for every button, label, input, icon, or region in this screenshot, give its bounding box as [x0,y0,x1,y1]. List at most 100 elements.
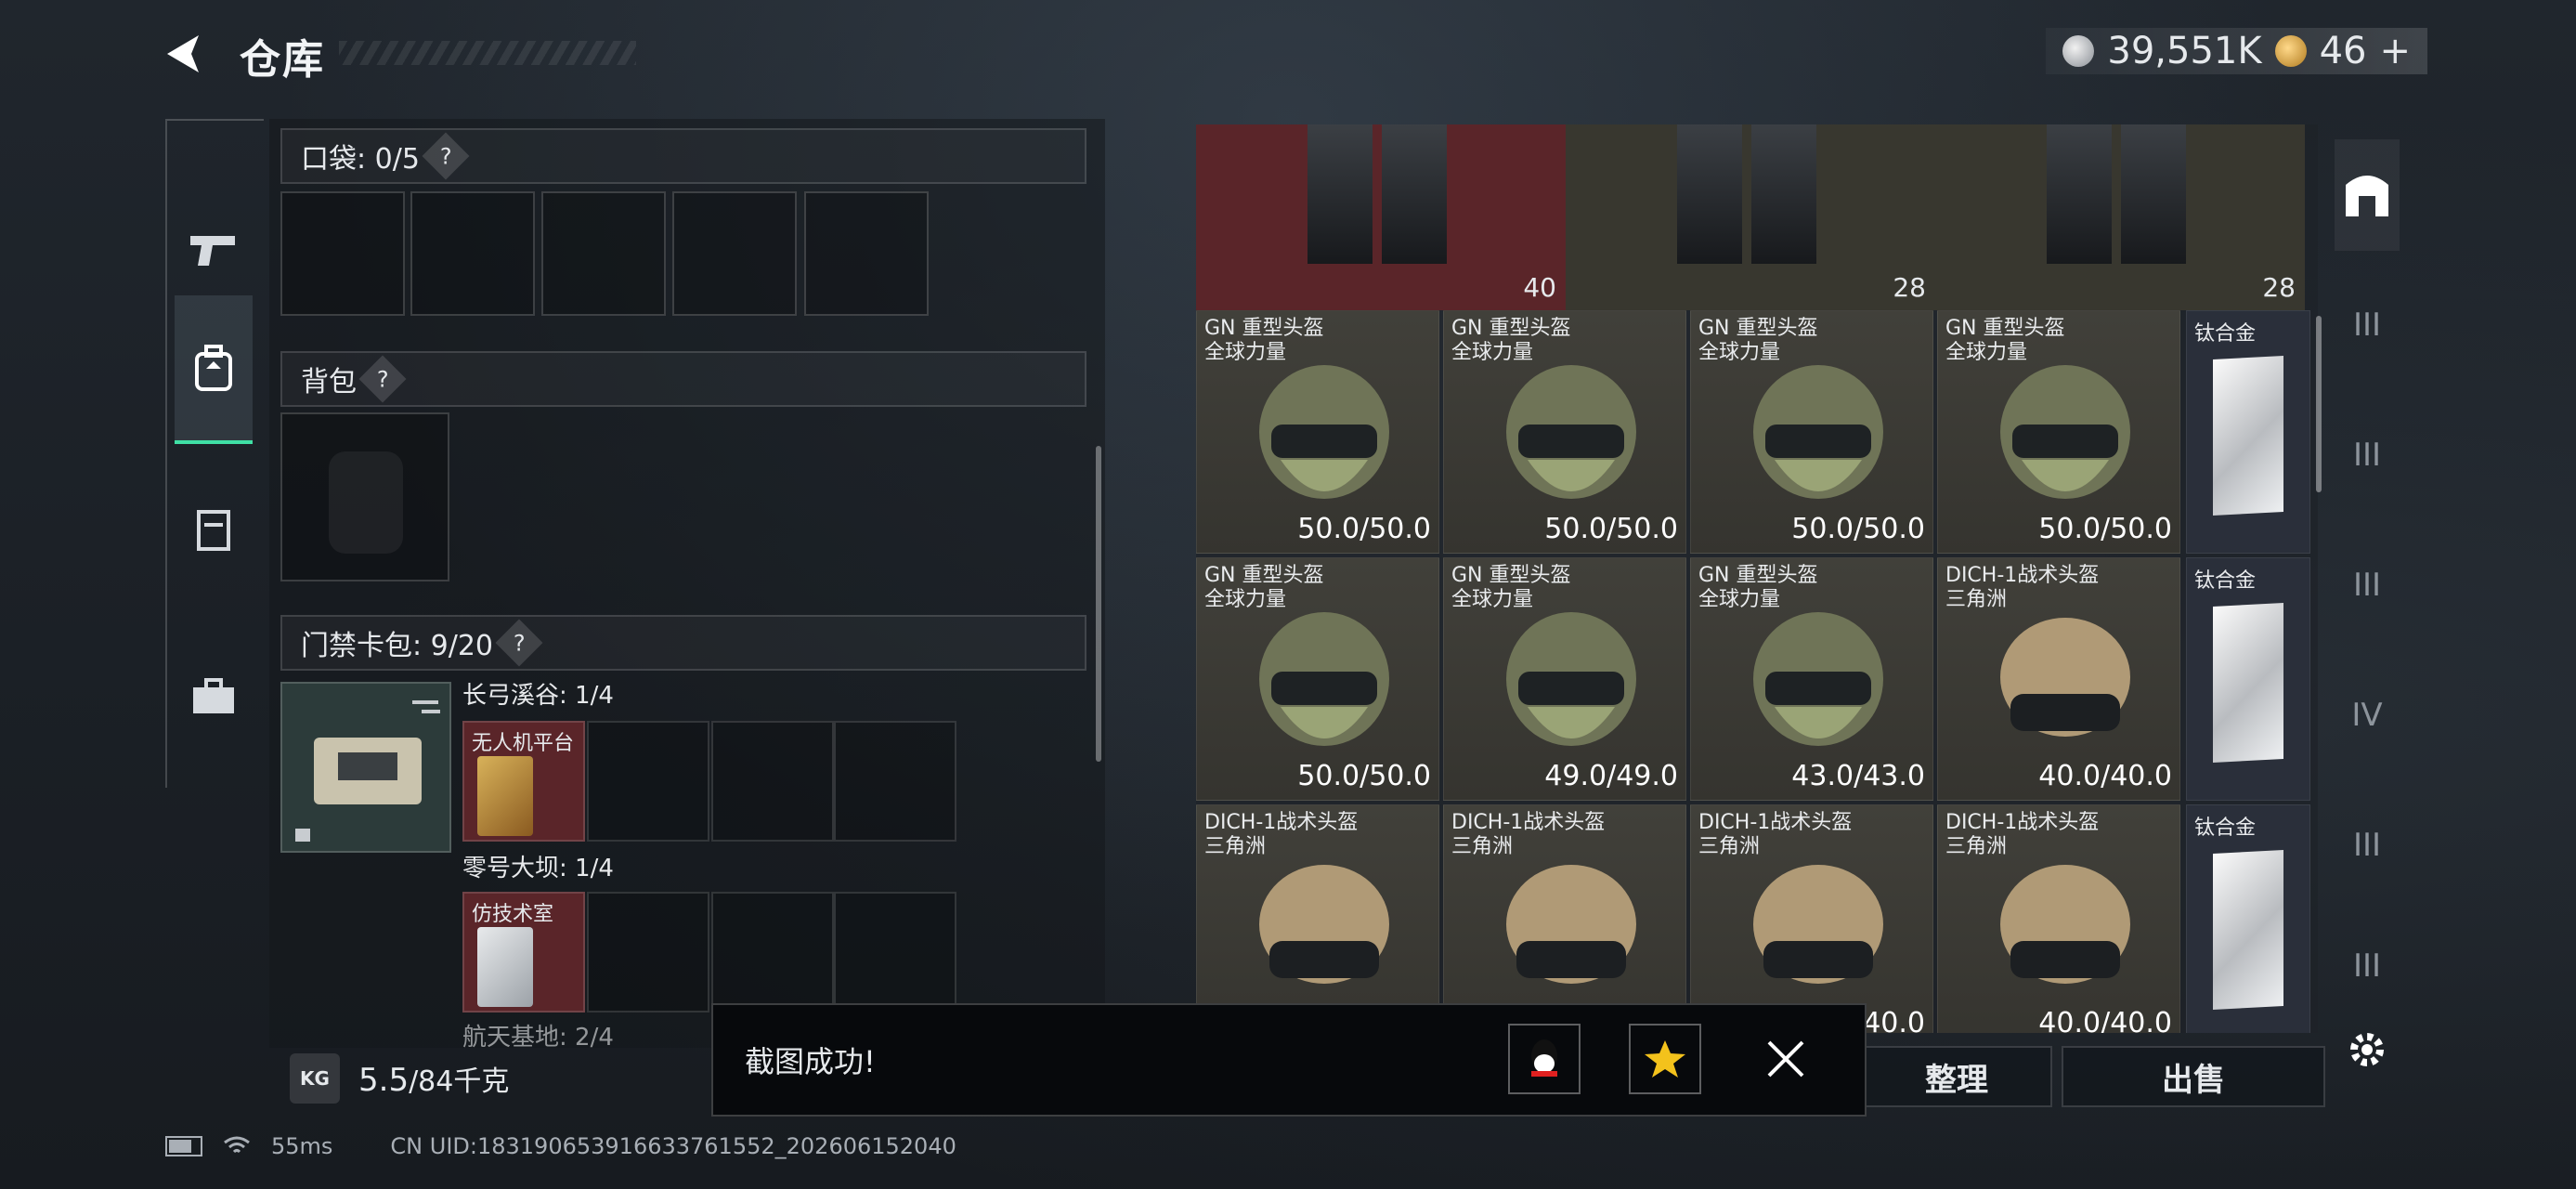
gn-helmet-image [1753,365,1883,499]
qzone-share-button[interactable] [1629,1024,1701,1094]
title-decoration [339,41,636,65]
sell-button[interactable]: 出售 [2062,1046,2325,1107]
gn-helmet-image [1259,365,1389,499]
pocket-label: 口袋: 0/5 [301,143,420,176]
keycard-header: 门禁卡包: 9/20 ? [280,615,1086,671]
keycard-slot[interactable] [587,721,709,842]
keycard-slot[interactable] [834,892,956,1013]
pocket-slot[interactable] [541,191,666,316]
titanium-cell[interactable]: 钛合金 [2186,310,2310,554]
toolbox-icon [193,678,234,713]
help-icon[interactable]: ? [422,132,470,180]
keycard-group-label: 长弓溪谷: 1/4 [462,682,614,710]
helmet-cell[interactable]: GN 重型头盔 全球力量 50.0/50.0 [1196,557,1439,801]
helmet-cell[interactable]: DICH-1战术头盔 三角洲 [1196,804,1439,1033]
helmet-cell[interactable]: DICH-1战术头盔 三角洲 40.0/40.0 [1937,557,2180,801]
tab-equipment[interactable] [175,295,253,444]
keycard-case-slot[interactable] [280,682,451,853]
back-button[interactable] [158,30,210,78]
gn-helmet-image [1753,612,1883,746]
item-name: 钛合金 [2194,322,2257,346]
status-bar: 55ms CN UID:1831906539166337615​52_20260… [165,1133,956,1159]
vest-cell[interactable]: 40 [1196,124,1566,310]
qq-share-button[interactable] [1508,1024,1581,1094]
plate-image [2213,850,2283,1010]
item-name: 钛合金 [2194,569,2257,593]
keycard-slot[interactable] [711,721,834,842]
dich-helmet-image [1259,865,1389,984]
helmet-cell[interactable]: DICH-1战术头盔 三角洲 [1443,804,1686,1033]
help-icon[interactable]: ? [495,619,543,667]
toast-text: 截图成功! [745,1044,876,1079]
vest-cell[interactable]: 28 [1935,124,2305,310]
pocket-slot[interactable] [410,191,535,316]
dich-helmet-image [1506,865,1636,984]
keycard-name: 无人机平台 [472,732,575,755]
gn-helmet-image [1506,365,1636,499]
keycard-group-label: 零号大坝: 1/4 [462,855,614,882]
helmet-cell[interactable]: GN 重型头盔 全球力量 50.0/50.0 [1937,310,2180,554]
item-count: 40 [1523,272,1556,303]
tab-tier3-misc[interactable]: III [2335,808,2400,882]
vest-cell[interactable]: 28 [1566,124,1935,310]
durability-text: 50.0/50.0 [1297,513,1431,545]
backpack-header: 背包 ? [280,351,1086,407]
tab-all-storage[interactable] [2335,139,2400,251]
keycard-image [477,927,533,1007]
pocket-slot[interactable] [804,191,929,316]
help-icon[interactable]: ? [358,355,407,403]
left-scrollbar[interactable] [1096,446,1101,762]
pocket-slot[interactable] [280,191,405,316]
coin-amount: 39,551K [2107,30,2262,72]
premium-coin-icon [2274,35,2307,67]
battery-icon [165,1136,202,1156]
tab-tier3-armor[interactable]: III [2335,288,2400,362]
backpack-icon [195,345,232,391]
keycard-name: 仿技术室 [472,903,554,926]
keycard-case-icon [295,700,440,842]
durability-text: 40.0 [1863,1007,1925,1033]
pocket-slot[interactable] [672,191,797,316]
category-rail [165,119,264,788]
settings-button[interactable] [2335,1013,2400,1087]
sort-label: 整理 [1925,1061,1988,1099]
add-currency-icon[interactable]: + [2379,30,2411,72]
close-toast-button[interactable] [1750,1024,1822,1094]
tab-tier3-helmet[interactable]: III [2335,418,2400,492]
keycard-slot[interactable] [587,892,709,1013]
tab-storage[interactable] [175,455,253,604]
right-scrollbar[interactable] [2316,316,2322,492]
helmet-cell[interactable]: GN 重型头盔 全球力量 50.0/50.0 [1443,310,1686,554]
tab-tier3-rig[interactable]: III [2335,548,2400,622]
helmet-cell[interactable]: GN 重型头盔 全球力量 50.0/50.0 [1690,310,1933,554]
tab-tier4-medical[interactable]: IV [2335,678,2400,752]
durability-text: 43.0/43.0 [1791,760,1925,792]
helmet-cell[interactable]: DICH-1战术头盔 三角洲 40.0/40.0 [1937,804,2180,1033]
sort-button[interactable]: 整理 [1861,1046,2052,1107]
tab-tools[interactable] [175,622,253,771]
qq-icon [1531,1039,1557,1077]
backpack-slot[interactable] [280,412,449,581]
keycard-slot[interactable]: 仿技术室 [462,892,585,1013]
backpack-label: 背包 [301,366,357,399]
pistol-icon [190,236,235,266]
helmet-cell[interactable]: DICH-1战术头盔 三角洲 40.0 [1690,804,1933,1033]
plate-image [2213,356,2283,516]
gear-icon [2350,1033,2384,1066]
keycard-slot[interactable] [834,721,956,842]
tab-tier3-weapon[interactable]: III [2335,929,2400,1003]
backpack-placeholder-icon [329,451,403,554]
qzone-icon [1645,1040,1685,1078]
durability-text: 40.0/40.0 [2038,1007,2172,1033]
uid-text: CN UID:1831906539166337615​52_2026061520… [390,1133,956,1159]
titanium-cell[interactable]: 钛合金 [2186,804,2310,1033]
keycard-slot[interactable] [711,892,834,1013]
helmet-cell[interactable]: GN 重型头盔 全球力量 50.0/50.0 [1196,310,1439,554]
helmet-cell[interactable]: GN 重型头盔 全球力量 49.0/49.0 [1443,557,1686,801]
titanium-cell[interactable]: 钛合金 [2186,557,2310,801]
durability-text: 40.0/40.0 [2038,760,2172,792]
keycard-slot[interactable]: 无人机平台 [462,721,585,842]
helmet-cell[interactable]: GN 重型头盔 全球力量 43.0/43.0 [1690,557,1933,801]
currency-bar[interactable]: 39,551K 46 + [2046,28,2427,74]
dich-helmet-image [2000,618,2130,737]
